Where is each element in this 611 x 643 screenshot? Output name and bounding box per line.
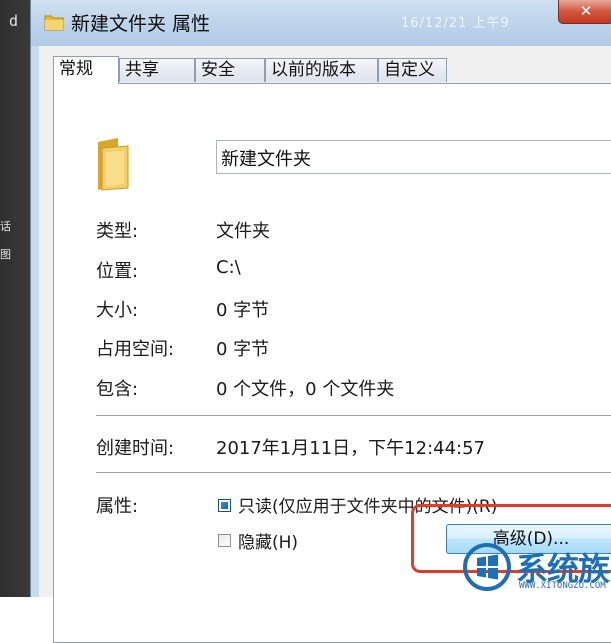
size-label: 大小: (96, 300, 139, 321)
contains-label: 包含: (96, 379, 139, 400)
tab-label: 以前的版本 (271, 60, 356, 80)
background-clock-text: 16/12/21 上午9 (401, 16, 510, 31)
hidden-checkbox[interactable] (218, 534, 231, 547)
contains-value: 0 个文件，0 个文件夹 (216, 379, 395, 400)
size-on-disk-label: 占用空间: (96, 339, 175, 360)
location-label: 位置: (96, 261, 139, 282)
tab-general[interactable]: 常规 (53, 56, 119, 84)
hidden-label[interactable]: 隐藏(H) (238, 528, 298, 553)
tab-label: 自定义 (384, 60, 435, 80)
tab-label: 常规 (59, 59, 93, 79)
size-on-disk-value: 0 字节 (216, 339, 270, 360)
readonly-checkbox[interactable] (218, 499, 231, 512)
close-icon: ✕ (579, 2, 593, 20)
tab-label: 安全 (201, 60, 235, 80)
watermark-url: WWW.XITONGZU.COM (519, 581, 606, 591)
separator (96, 472, 611, 473)
title-bar[interactable]: 新建文件夹 属性 16/12/21 上午9 ✕ (31, 0, 611, 46)
background-text-fragment: 图 (0, 248, 11, 261)
type-value: 文件夹 (216, 221, 270, 242)
type-label: 类型: (96, 221, 139, 242)
created-label: 创建时间: (96, 438, 175, 459)
tab-label: 共享 (125, 60, 159, 80)
windows-logo-icon (463, 543, 511, 591)
folder-name-input[interactable]: 新建文件夹 (216, 140, 611, 174)
window-title: 新建文件夹 属性 (71, 13, 211, 35)
attributes-label: 属性: (96, 496, 139, 517)
size-value: 0 字节 (216, 300, 270, 321)
separator (96, 415, 611, 416)
background-text-fragment: d (9, 12, 19, 30)
background-text-fragment: 话 (0, 220, 11, 233)
watermark-logo: 系统族 WWW.XITONGZU.COM (455, 540, 611, 597)
close-button[interactable]: ✕ (558, 0, 611, 24)
tab-security[interactable]: 安全 (195, 58, 265, 82)
tab-customize[interactable]: 自定义 (378, 58, 447, 82)
folder-icon (94, 136, 132, 192)
location-value: C:\ (216, 257, 241, 278)
dialog-client-area: 常规 共享 安全 以前的版本 自定义 新建文件夹 类型: 文件夹 位置: C:\… (39, 46, 611, 643)
created-value: 2017年1月11日，下午12:44:57 (216, 438, 486, 459)
tab-previous-versions[interactable]: 以前的版本 (265, 58, 378, 82)
folder-icon (43, 12, 65, 32)
properties-dialog: 新建文件夹 属性 16/12/21 上午9 ✕ 常规 共享 安全 以前的版本 自… (30, 0, 611, 643)
tab-sharing[interactable]: 共享 (119, 58, 195, 82)
